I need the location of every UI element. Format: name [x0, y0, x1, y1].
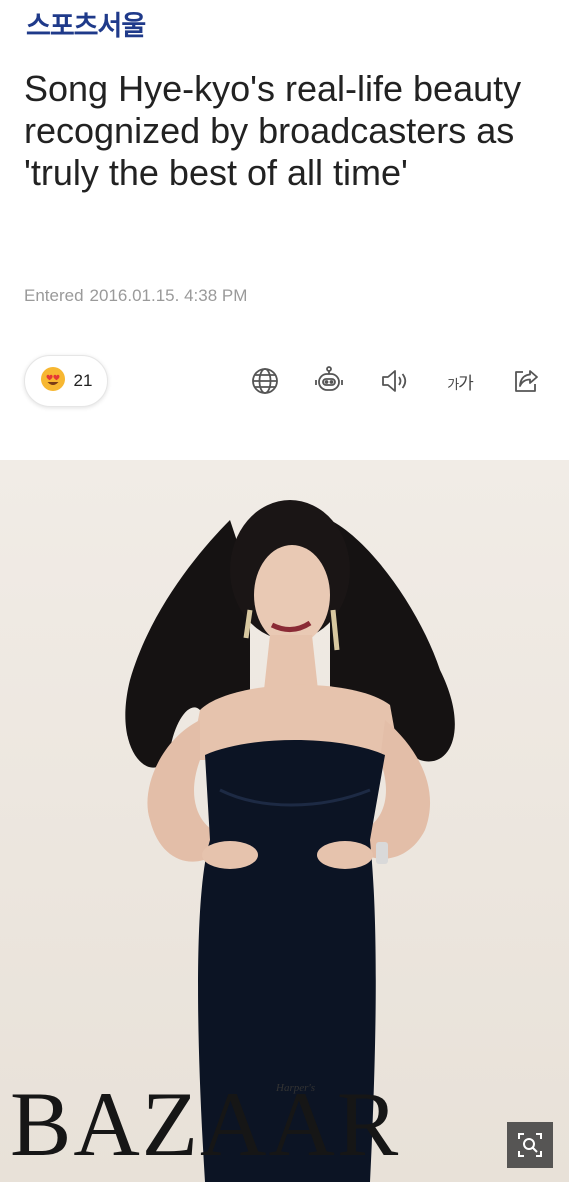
entered-label: Entered	[24, 286, 84, 305]
ai-summary-button[interactable]	[312, 364, 346, 398]
share-button[interactable]	[509, 364, 543, 398]
article-photo[interactable]: Harper's BAZAAR	[0, 460, 569, 1182]
heart-eyes-emoji-icon	[40, 366, 66, 397]
article-meta: Entered 2016.01.15. 4:38 PM	[24, 286, 247, 306]
reaction-button[interactable]: 21	[24, 355, 108, 407]
font-size-button[interactable]: 가가	[438, 364, 482, 398]
photo-zoom-button[interactable]	[507, 1122, 553, 1168]
share-icon	[515, 370, 538, 392]
read-aloud-button[interactable]	[378, 364, 412, 398]
reaction-count: 21	[73, 371, 93, 390]
zoom-icon	[518, 1133, 542, 1157]
entered-datetime: 2016.01.15. 4:38 PM	[89, 286, 248, 305]
robot-icon	[315, 366, 343, 391]
translate-button[interactable]	[248, 364, 282, 398]
brand-logo[interactable]: 스포츠서울	[26, 10, 146, 44]
article-title: Song Hye-kyo's real-life beauty recogniz…	[24, 68, 522, 193]
speaker-icon	[382, 370, 407, 392]
globe-icon	[252, 368, 278, 394]
font-size-label: 가가	[447, 373, 474, 394]
magazine-logo: BAZAAR	[10, 1073, 401, 1175]
